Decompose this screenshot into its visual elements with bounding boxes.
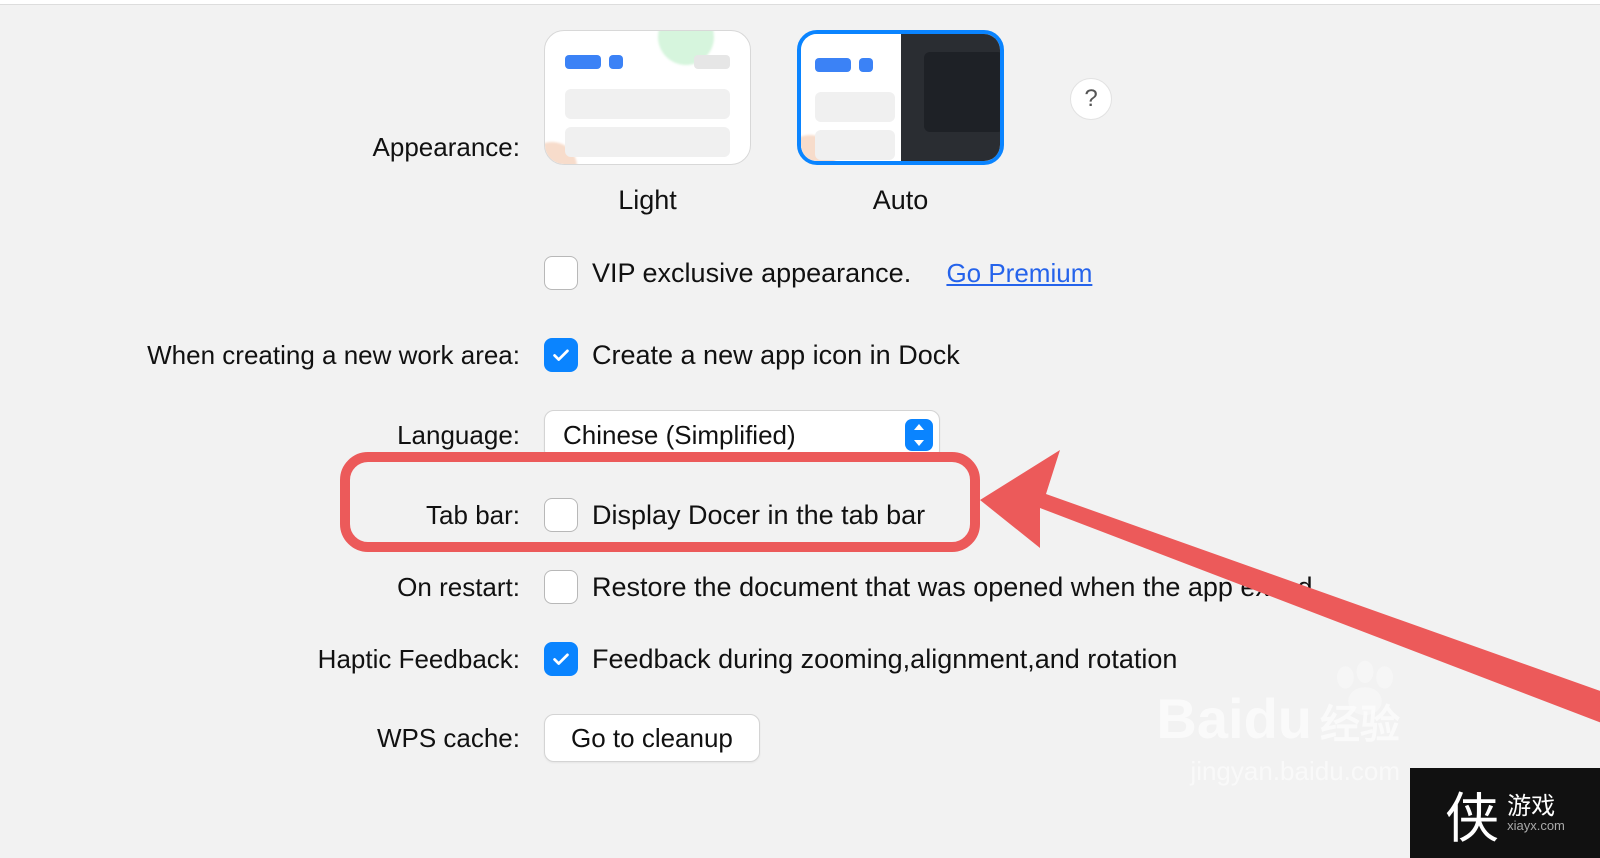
haptic-label: Haptic Feedback: [0, 642, 544, 676]
go-premium-link[interactable]: Go Premium [946, 258, 1092, 289]
restart-checkbox[interactable] [544, 570, 578, 604]
dropdown-stepper-icon [905, 419, 933, 451]
theme-auto-label: Auto [873, 185, 929, 216]
language-value: Chinese (Simplified) [563, 420, 905, 451]
appearance-help-button[interactable]: ? [1070, 78, 1112, 120]
corner-youxi: 游戏 [1507, 795, 1565, 819]
theme-light[interactable]: Light [544, 30, 751, 216]
tabbar-checkbox[interactable] [544, 498, 578, 532]
tabbar-label: Tab bar: [0, 498, 544, 532]
tabbar-option-label: Display Docer in the tab bar [592, 500, 925, 531]
language-row: Language: Chinese (Simplified) [0, 410, 1600, 460]
haptic-option-label: Feedback during zooming,alignment,and ro… [592, 644, 1177, 675]
window-titlebar [0, 0, 1600, 5]
workarea-label: When creating a new work area: [0, 338, 544, 372]
corner-xia: 侠 [1445, 774, 1499, 853]
theme-auto[interactable]: Auto [797, 30, 1004, 216]
vip-row: VIP exclusive appearance. Go Premium [0, 256, 1600, 290]
vip-control: VIP exclusive appearance. Go Premium [544, 256, 1600, 290]
theme-auto-thumbnail [797, 30, 1004, 165]
workarea-row: When creating a new work area: Create a … [0, 338, 1600, 372]
workarea-option-label: Create a new app icon in Dock [592, 340, 960, 371]
haptic-checkbox[interactable] [544, 642, 578, 676]
theme-light-thumbnail [544, 30, 751, 165]
restart-label: On restart: [0, 570, 544, 604]
theme-light-label: Light [618, 185, 677, 216]
site-corner-logo: 侠 游戏 xiayx.com [1410, 768, 1600, 858]
language-label: Language: [0, 418, 544, 452]
vip-checkbox[interactable] [544, 256, 578, 290]
appearance-row: Appearance: Light [0, 30, 1600, 216]
language-dropdown[interactable]: Chinese (Simplified) [544, 410, 940, 460]
watermark-paw-icon [1330, 660, 1400, 727]
check-icon [550, 344, 572, 366]
corner-url: xiayx.com [1507, 819, 1565, 832]
cache-cleanup-button[interactable]: Go to cleanup [544, 714, 760, 762]
check-icon [550, 648, 572, 670]
appearance-label: Appearance: [0, 30, 544, 164]
workarea-checkbox[interactable] [544, 338, 578, 372]
tabbar-row: Tab bar: Display Docer in the tab bar [0, 498, 1600, 532]
restart-row: On restart: Restore the document that wa… [0, 570, 1600, 604]
restart-option-label: Restore the document that was opened whe… [592, 572, 1312, 603]
appearance-options: Light Auto ? [544, 30, 1600, 216]
preferences-window: Appearance: Light [0, 0, 1600, 858]
vip-label: VIP exclusive appearance. [592, 258, 911, 289]
cache-label: WPS cache: [0, 721, 544, 755]
